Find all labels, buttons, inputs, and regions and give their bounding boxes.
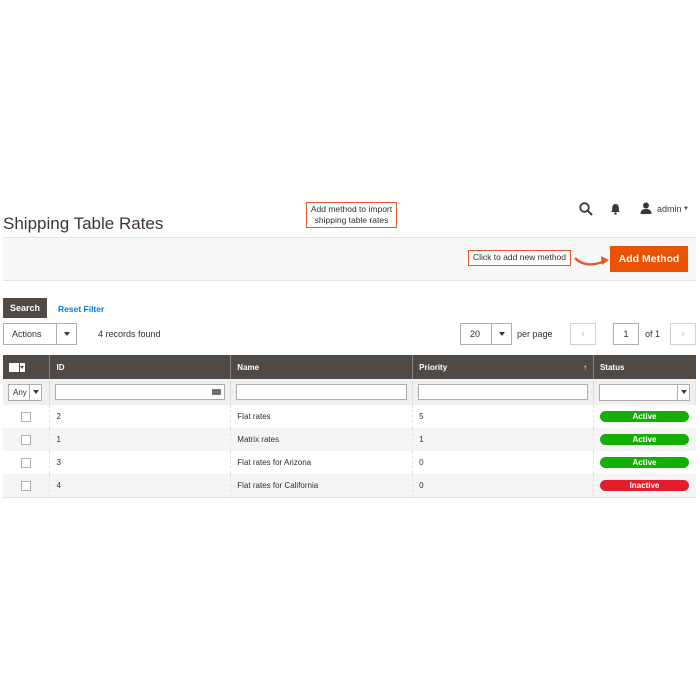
filter-any-select[interactable]: Any [8, 383, 42, 401]
arrow-icon [574, 256, 609, 266]
status-badge: Active [599, 457, 689, 468]
column-header-priority-label: Priority [419, 362, 448, 372]
filter-row: Any [3, 379, 697, 405]
cell-id: 4 [49, 474, 232, 497]
cell-status: Inactive [593, 474, 696, 497]
row-checkbox[interactable] [21, 457, 32, 468]
row-select-cell [3, 474, 51, 497]
filter-status-cell [593, 379, 697, 405]
previous-page-button[interactable]: ‹ [570, 323, 596, 345]
user-icon[interactable] [640, 202, 652, 214]
cell-name: Flat rates [230, 405, 414, 428]
mass-actions-select[interactable]: Actions [3, 323, 77, 345]
column-header-priority[interactable]: Priority ↑ [412, 355, 594, 379]
table-row[interactable]: 2 Flat rates 5 Active [3, 405, 696, 428]
filter-priority-input[interactable] [418, 384, 588, 400]
import-callout: Add method to import shipping table rate… [306, 202, 397, 228]
per-page-value: 20 [470, 329, 481, 339]
status-badge: Active [599, 411, 689, 422]
chevron-down-icon[interactable] [20, 365, 24, 369]
column-header-id[interactable]: ID [49, 355, 232, 379]
add-callout: Click to add new method [468, 250, 571, 266]
search-button[interactable]: Search [3, 298, 47, 318]
filter-name-cell [230, 379, 414, 405]
mass-select-header[interactable] [3, 355, 51, 379]
chevron-down-icon[interactable]: ▼ [683, 206, 689, 212]
cell-priority: 1 [412, 428, 594, 451]
chevron-down-icon[interactable] [29, 384, 41, 400]
reset-filter-link[interactable]: Reset Filter [58, 304, 104, 314]
total-pages: of 1 [645, 329, 661, 339]
chevron-down-icon[interactable] [491, 324, 511, 344]
filter-status-select[interactable] [598, 383, 690, 401]
filter-id-input[interactable] [55, 384, 226, 400]
grid-divider [3, 497, 696, 498]
row-checkbox[interactable] [21, 434, 32, 445]
row-select-cell [3, 451, 51, 474]
chevron-right-icon: › [681, 328, 685, 340]
mass-select-checkbox[interactable] [9, 362, 25, 372]
row-select-cell [3, 428, 51, 451]
table-row[interactable]: 3 Flat rates for Arizona 0 Active [3, 451, 696, 474]
cell-status: Active [593, 405, 695, 428]
filter-id-cell [49, 379, 232, 405]
row-checkbox[interactable] [21, 480, 32, 491]
keyboard-icon[interactable] [212, 389, 222, 395]
page-title: Shipping Table Rates [3, 214, 164, 234]
filter-any-cell: Any [3, 379, 51, 405]
search-icon[interactable] [579, 202, 593, 216]
chevron-left-icon: ‹ [581, 328, 585, 340]
chevron-down-icon[interactable] [677, 384, 689, 400]
filter-any-label: Any [13, 387, 27, 397]
rates-grid: ID Name Priority ↑ Status Any 2 Flat rat… [3, 355, 697, 497]
sort-arrow-icon[interactable]: ↑ [583, 363, 587, 372]
cell-priority: 0 [412, 451, 594, 474]
cell-name: Matrix rates [230, 428, 414, 451]
cell-priority: 0 [412, 474, 594, 497]
column-header-status[interactable]: Status [593, 355, 696, 379]
cell-id: 1 [49, 428, 232, 451]
current-page-input[interactable]: 1 [613, 323, 639, 345]
cell-name: Flat rates for California [230, 474, 414, 497]
filter-name-input[interactable] [236, 384, 408, 400]
cell-status: Active [593, 428, 696, 451]
cell-status: Active [593, 451, 695, 474]
filter-priority-cell [412, 379, 594, 405]
status-badge: Active [599, 434, 689, 445]
status-badge: Inactive [599, 480, 689, 491]
admin-user-menu[interactable]: admin [657, 204, 682, 214]
mass-actions-label: Actions [12, 329, 42, 339]
column-header-name[interactable]: Name [230, 355, 414, 379]
cell-id: 2 [49, 405, 232, 428]
next-page-button[interactable]: › [670, 323, 696, 345]
table-row[interactable]: 1 Matrix rates 1 Active [3, 428, 696, 451]
add-method-button[interactable]: Add Method [610, 246, 688, 272]
cell-priority: 5 [412, 405, 594, 428]
cell-name: Flat rates for Arizona [230, 451, 414, 474]
row-select-cell [3, 405, 51, 428]
per-page-select[interactable]: 20 [460, 323, 512, 345]
cell-id: 3 [49, 451, 232, 474]
row-checkbox[interactable] [21, 411, 32, 422]
per-page-label: per page [517, 329, 553, 339]
table-row[interactable]: 4 Flat rates for California 0 Inactive [3, 474, 696, 497]
chevron-down-icon[interactable] [56, 324, 76, 344]
bell-icon[interactable] [610, 203, 621, 215]
records-count: 4 records found [98, 329, 161, 339]
